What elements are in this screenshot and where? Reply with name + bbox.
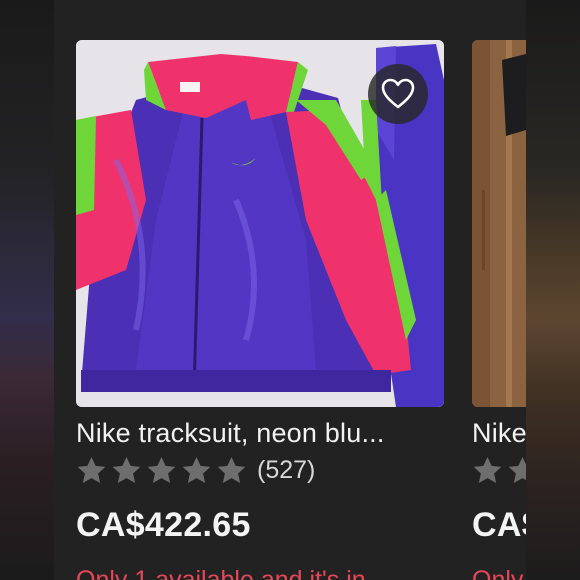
listing-price: CA$ [472,506,526,544]
star-icon [182,456,211,484]
listing-photo[interactable] [76,40,444,407]
favorite-button[interactable] [368,64,428,124]
review-count: (527) [257,456,316,484]
stock-notice: Only 1 available and it's in [76,566,366,580]
star-icon [217,456,246,484]
listing-title[interactable]: Nike [472,416,526,450]
star-icon [112,456,141,484]
star-icon [77,456,106,484]
background-blur-left [0,0,54,580]
star-icon [508,456,526,484]
product-image [472,40,526,407]
star-icon [473,456,502,484]
listing-title[interactable]: Nike tracksuit, neon blu... [76,416,456,450]
star-rating: (527) [76,455,315,486]
star-rating [472,455,526,486]
stock-notice: Only [472,566,524,580]
background-blur-right [526,0,580,580]
listing-price: CA$422.65 [76,506,251,544]
listing-photo[interactable] [472,40,526,407]
listing-carousel: Nike tracksuit, neon blu... (527) CA$422… [54,0,526,580]
star-icon [147,456,176,484]
heart-outline-icon [381,78,415,109]
